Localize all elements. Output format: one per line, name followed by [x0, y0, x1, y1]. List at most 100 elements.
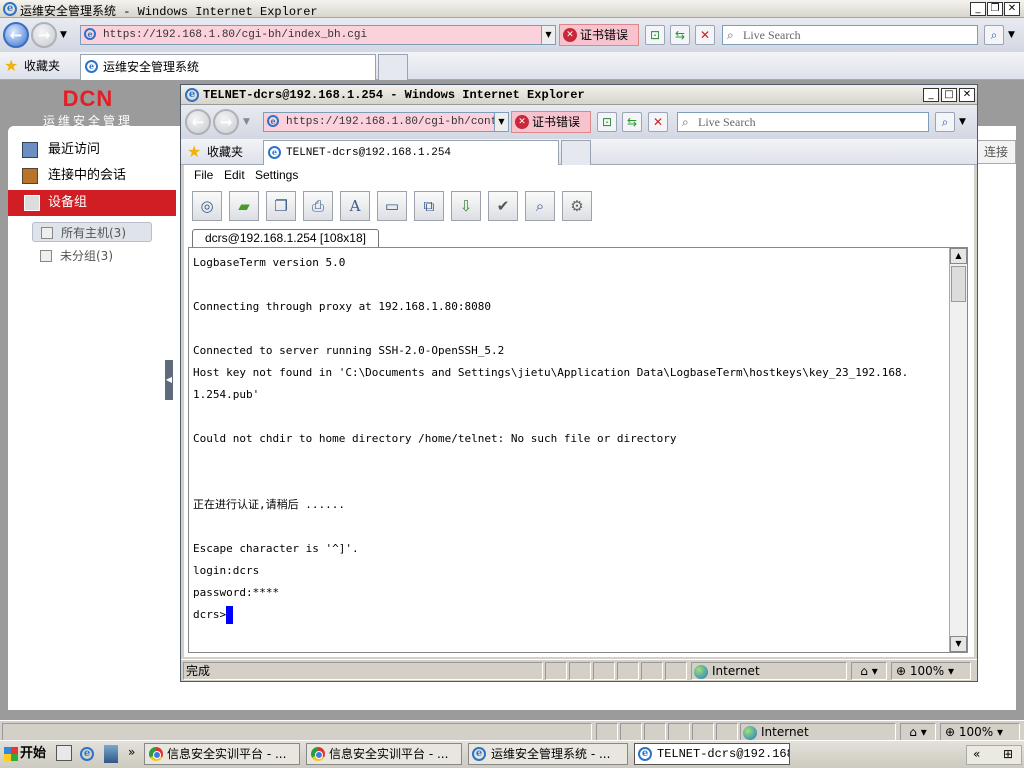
terminal-line: 正在进行认证,请稍后 ...... — [193, 498, 345, 511]
app-toolbar: ◎ ▰ ❐ ⎙ A ▭ ⧉ ⇩ ✔ ⌕ ⚙ — [184, 187, 974, 223]
terminal-line: Connecting through proxy at 192.168.1.80… — [193, 300, 492, 313]
network-icon[interactable]: ⊞ — [1003, 747, 1013, 761]
outer-title-bar: e 运维安全管理系统 - Windows Internet Explorer _… — [0, 0, 1024, 19]
inner-new-tab-button[interactable] — [561, 140, 591, 165]
check-icon[interactable]: ✔ — [488, 191, 518, 221]
collapse-panel-handle[interactable]: ◀ — [165, 360, 173, 400]
cert-error-button[interactable]: ✕ 证书错误 — [559, 24, 639, 46]
inner-address-bar[interactable]: e https://192.168.1.80/cgi-bh/contro — [263, 112, 509, 132]
menu-file[interactable]: File — [194, 168, 213, 182]
inner-close-button[interactable]: ✕ — [959, 88, 975, 102]
terminal-session-tab[interactable]: dcrs@192.168.1.254 [108x18] — [192, 229, 379, 247]
menu-settings[interactable]: Settings — [255, 168, 298, 182]
task-button-4[interactable]: e TELNET-dcrs@192.168.... — [634, 743, 790, 765]
inner-tab[interactable]: e TELNET-dcrs@192.168.1.254 — [263, 140, 559, 165]
terminal-scrollbar[interactable]: ▲ ▼ — [949, 248, 967, 652]
inner-cert-error-button[interactable]: ✕ 证书错误 — [511, 111, 591, 133]
inner-rss-icon[interactable]: ⊡ — [597, 112, 617, 132]
task-button-3[interactable]: e 运维安全管理系统 - ... — [468, 743, 628, 765]
globe-icon — [694, 664, 708, 679]
task-button-1[interactable]: 信息安全实训平台 - ... — [144, 743, 300, 765]
quicklaunch-app-icon[interactable] — [104, 745, 118, 763]
outer-status-bar: Internet ⌂ ▾ ⊕ 100% ▾ — [0, 720, 1024, 741]
quicklaunch-ie-icon[interactable]: e — [80, 747, 94, 761]
search-go-button[interactable]: ⌕ — [984, 25, 1004, 45]
terminal-cursor — [226, 606, 234, 624]
inner-window-title: TELNET-dcrs@192.168.1.254 - Windows Inte… — [203, 88, 585, 102]
new-tab-button[interactable] — [378, 54, 408, 80]
favorites-button[interactable]: 收藏夹 — [24, 57, 60, 74]
inner-address-dropdown-icon[interactable]: ▼ — [494, 113, 508, 131]
inner-minimize-button[interactable]: _ — [923, 88, 939, 102]
settings-icon[interactable]: ⚙ — [562, 191, 592, 221]
copy-icon[interactable]: ❐ — [266, 191, 296, 221]
scroll-thumb[interactable] — [951, 266, 966, 302]
print-icon[interactable]: ⎙ — [303, 191, 333, 221]
menu-edit[interactable]: Edit — [224, 168, 245, 182]
inner-zone-indicator[interactable]: Internet — [691, 662, 847, 680]
inner-refresh-icon[interactable]: ⇆ — [622, 112, 642, 132]
terminal-line: Connected to server running SSH-2.0-Open… — [193, 344, 505, 357]
inner-forward-button[interactable]: → — [213, 109, 239, 135]
menu-recent[interactable]: 最近访问 — [14, 139, 164, 161]
task-button-2[interactable]: 信息安全实训平台 - ... — [306, 743, 462, 765]
restore-button[interactable]: ❐ — [987, 2, 1003, 16]
font-icon[interactable]: A — [340, 191, 370, 221]
inner-favorites-button[interactable]: 收藏夹 — [207, 143, 243, 160]
inner-history-dropdown-icon[interactable]: ▼ — [243, 117, 250, 127]
minimize-button[interactable]: _ — [970, 2, 986, 16]
quicklaunch-desktop-icon[interactable] — [56, 745, 72, 761]
outer-window-title: 运维安全管理系统 - Windows Internet Explorer — [20, 5, 318, 19]
inner-search-dropdown-icon[interactable]: ▼ — [959, 117, 966, 127]
chrome-icon — [311, 747, 325, 761]
download-icon[interactable]: ⇩ — [451, 191, 481, 221]
scroll-down-button[interactable]: ▼ — [950, 636, 967, 652]
rss-icon[interactable]: ⊡ — [645, 25, 665, 45]
tray-expand-icon[interactable]: « — [973, 747, 980, 761]
inner-back-button[interactable]: ← — [185, 109, 211, 135]
open-icon[interactable]: ▰ — [229, 191, 259, 221]
history-dropdown-icon[interactable]: ▼ — [60, 30, 67, 40]
protected-mode-icon[interactable]: ⌂ ▾ — [900, 723, 936, 741]
search-icon[interactable]: ⌕ — [525, 191, 555, 221]
connect-button[interactable]: 连接 — [976, 140, 1016, 164]
new-page-icon[interactable]: ⧉ — [414, 191, 444, 221]
forward-button[interactable]: → — [31, 22, 57, 48]
outer-address-bar[interactable]: e https://192.168.1.80/cgi-bh/index_bh.c… — [80, 25, 556, 45]
close-button[interactable]: ✕ — [1004, 2, 1020, 16]
menu-active-sessions[interactable]: 连接中的会话 — [14, 165, 164, 187]
telnet-popup-window: e TELNET-dcrs@192.168.1.254 - Windows In… — [180, 84, 978, 682]
inner-search-go-button[interactable]: ⌕ — [935, 112, 955, 132]
terminal-line: LogbaseTerm version 5.0 — [193, 256, 346, 269]
menu-device-group[interactable]: 设备组 — [8, 190, 176, 216]
search-dropdown-icon[interactable]: ▼ — [1008, 30, 1015, 40]
inner-status-text: 完成 — [183, 662, 543, 680]
start-button[interactable]: 开始 — [2, 743, 50, 765]
inner-search-input[interactable]: ⌕ Live Search — [677, 112, 929, 132]
app-menubar: File Edit Settings — [184, 165, 974, 187]
connect-icon[interactable]: ◎ — [192, 191, 222, 221]
back-button[interactable]: ← — [3, 22, 29, 48]
inner-stop-icon[interactable]: ✕ — [648, 112, 668, 132]
outer-zone-indicator[interactable]: Internet — [740, 723, 896, 741]
page-icon[interactable]: ▭ — [377, 191, 407, 221]
tree-ungrouped[interactable]: 未分组(3) — [32, 246, 113, 266]
outer-tab[interactable]: e 运维安全管理系统 — [80, 54, 376, 80]
scroll-up-button[interactable]: ▲ — [950, 248, 967, 264]
inner-maximize-button[interactable]: □ — [941, 88, 957, 102]
terminal-view[interactable]: LogbaseTerm version 5.0 Connecting throug… — [188, 247, 968, 653]
address-dropdown-icon[interactable]: ▼ — [541, 26, 555, 44]
stop-icon[interactable]: ✕ — [695, 25, 715, 45]
terminal-output: LogbaseTerm version 5.0 Connecting throug… — [193, 252, 945, 626]
status-slot — [596, 723, 618, 741]
outer-search-input[interactable]: ⌕ Live Search — [722, 25, 978, 45]
tree-all-hosts[interactable]: 所有主机(3) — [32, 222, 152, 242]
zoom-icon: ⊕ — [896, 664, 907, 678]
outer-zoom-control[interactable]: ⊕ 100% ▾ — [940, 723, 1020, 741]
quicklaunch-overflow-icon[interactable]: » — [128, 745, 135, 759]
inner-zoom-control[interactable]: ⊕ 100% ▾ — [891, 662, 971, 680]
status-slot — [545, 662, 567, 680]
refresh-icon[interactable]: ⇆ — [670, 25, 690, 45]
protected-mode-icon[interactable]: ⌂ ▾ — [851, 662, 887, 680]
